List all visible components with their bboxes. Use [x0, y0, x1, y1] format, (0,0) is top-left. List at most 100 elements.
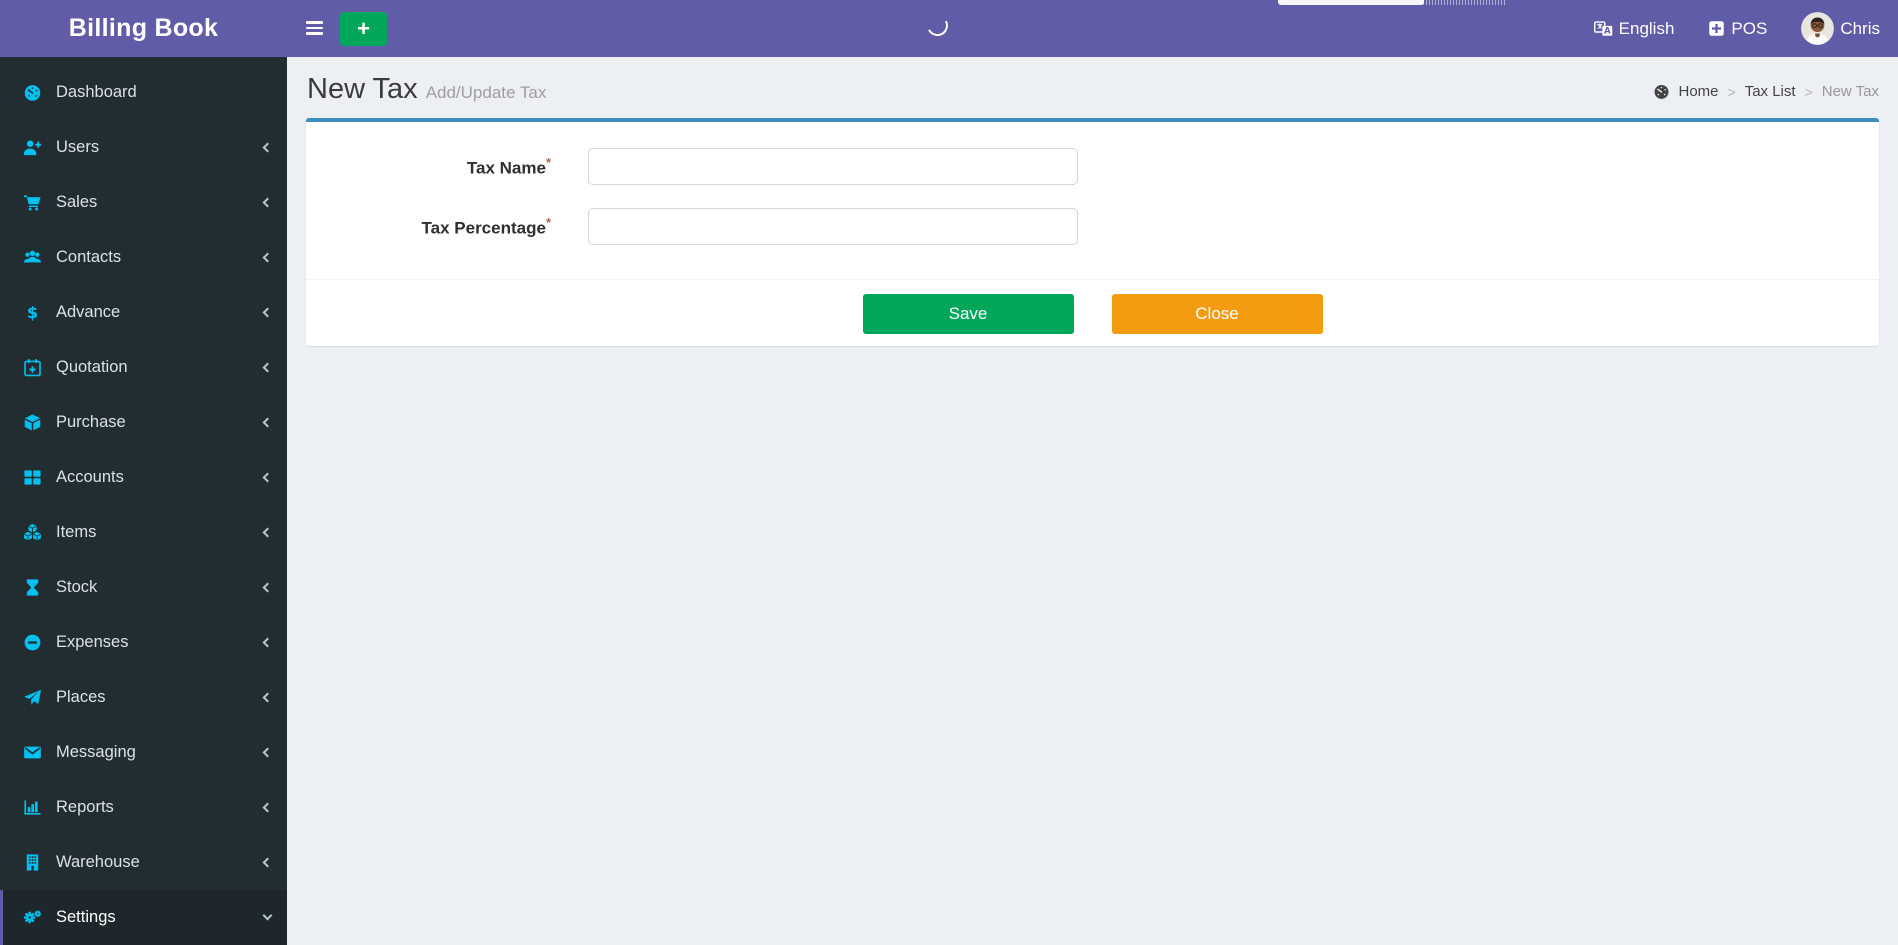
paper-plane-icon	[19, 688, 46, 707]
sidebar-item-label: Messaging	[56, 743, 136, 761]
calendar-plus-icon	[19, 358, 46, 377]
chevron-left-icon	[262, 857, 273, 868]
browser-tooltip-artifact-fade	[1423, 0, 1507, 5]
language-label: English	[1618, 18, 1675, 38]
language-menu[interactable]: A English	[1593, 18, 1675, 39]
sidebar-item-items[interactable]: Items	[0, 505, 287, 560]
page-title: New Tax	[307, 73, 418, 105]
sidebar: Dashboard Users Sales Contacts $ Advance Quota…	[0, 57, 287, 945]
sidebar-item-label: Purchase	[56, 413, 126, 431]
chevron-left-icon	[262, 252, 273, 263]
chevron-down-icon	[262, 910, 273, 921]
tax-form-panel: Tax Name* Tax Percentage* Save Close	[306, 118, 1879, 346]
avatar	[1801, 12, 1835, 45]
sidebar-item-label: Expenses	[56, 633, 129, 651]
sidebar-item-messaging[interactable]: Messaging	[0, 725, 287, 780]
hourglass-icon	[19, 578, 46, 597]
cubes-icon	[19, 523, 46, 542]
breadcrumb-new-tax: New Tax	[1821, 83, 1879, 100]
sidebar-item-label: Users	[56, 138, 100, 156]
app-logo[interactable]: Billing Book	[0, 0, 287, 57]
sidebar-item-label: Items	[56, 523, 97, 541]
sidebar-item-contacts[interactable]: Contacts	[0, 230, 287, 285]
dashboard-icon	[19, 83, 46, 102]
group-icon	[19, 248, 46, 267]
sidebar-item-label: Sales	[56, 193, 98, 211]
loading-spinner-icon	[924, 12, 951, 39]
chevron-left-icon	[262, 637, 273, 648]
required-asterisk: *	[545, 214, 551, 230]
chevron-left-icon	[262, 692, 273, 703]
form-row-tax-percentage: Tax Percentage*	[326, 208, 1859, 245]
breadcrumb: Home > Tax List > New Tax	[1653, 83, 1879, 106]
sidebar-item-label: Reports	[56, 798, 114, 816]
chevron-left-icon	[262, 307, 273, 318]
tax-form-footer: Save Close	[306, 279, 1879, 346]
tax-name-input[interactable]	[588, 148, 1078, 185]
pos-button[interactable]: POS	[1708, 19, 1767, 39]
svg-text:A: A	[1604, 27, 1611, 37]
tax-form-body: Tax Name* Tax Percentage*	[306, 122, 1879, 279]
sidebar-item-accounts[interactable]: Accounts	[0, 450, 287, 505]
chevron-left-icon	[262, 472, 273, 483]
dollar-icon: $	[19, 303, 46, 322]
navbar-right: A English POS Chris	[1593, 0, 1880, 57]
chevron-left-icon	[262, 197, 273, 208]
sidebar-item-label: Places	[56, 688, 106, 706]
grid-icon	[19, 468, 46, 487]
sidebar-item-quotation[interactable]: Quotation	[0, 340, 287, 395]
user-name: Chris	[1840, 18, 1880, 38]
main-content: New Tax Add/Update Tax Home > Tax List > New …	[287, 57, 1898, 937]
sidebar-item-dashboard[interactable]: Dashboard	[0, 65, 287, 120]
breadcrumb-separator: >	[1804, 83, 1813, 100]
sidebar-item-users[interactable]: Users	[0, 120, 287, 175]
chevron-left-icon	[262, 582, 273, 593]
sidebar-item-label: Stock	[56, 578, 98, 596]
sidebar-item-label: Settings	[56, 908, 116, 926]
sidebar-item-stock[interactable]: Stock	[0, 560, 287, 615]
building-icon	[19, 853, 46, 872]
chevron-left-icon	[262, 527, 273, 538]
top-navbar: Billing Book + A English POS Chris	[0, 0, 1898, 57]
user-plus-icon	[19, 138, 46, 157]
page-subtitle: Add/Update Tax	[425, 83, 547, 102]
sidebar-item-reports[interactable]: Reports	[0, 780, 287, 835]
chevron-left-icon	[262, 747, 273, 758]
cart-icon	[19, 193, 46, 212]
sidebar-item-places[interactable]: Places	[0, 670, 287, 725]
form-row-tax-name: Tax Name*	[326, 148, 1859, 185]
envelope-icon	[19, 743, 46, 762]
sidebar-item-label: Contacts	[56, 248, 122, 266]
dashboard-icon	[1653, 83, 1670, 100]
gears-icon	[19, 908, 46, 927]
tax-percentage-input[interactable]	[588, 208, 1078, 245]
browser-tooltip-artifact	[1278, 0, 1424, 5]
save-button[interactable]: Save	[862, 294, 1074, 334]
tax-percentage-label: Tax Percentage*	[421, 214, 551, 238]
required-asterisk: *	[545, 154, 551, 170]
sidebar-item-label: Warehouse	[56, 853, 140, 871]
sidebar-item-label: Quotation	[56, 358, 128, 376]
close-button[interactable]: Close	[1111, 294, 1323, 334]
sidebar-item-advance[interactable]: $ Advance	[0, 285, 287, 340]
chevron-left-icon	[262, 362, 273, 373]
sidebar-menu: Dashboard Users Sales Contacts $ Advance Quota…	[0, 65, 287, 945]
plus-square-icon	[1708, 20, 1725, 37]
chevron-left-icon	[262, 417, 273, 428]
sidebar-item-sales[interactable]: Sales	[0, 175, 287, 230]
quick-add-button[interactable]: +	[340, 12, 387, 46]
breadcrumb-separator: >	[1727, 83, 1736, 100]
sidebar-item-warehouse[interactable]: Warehouse	[0, 835, 287, 890]
sidebar-item-expenses[interactable]: Expenses	[0, 615, 287, 670]
sidebar-item-label: Accounts	[56, 468, 124, 486]
sidebar-toggle-icon[interactable]	[306, 17, 324, 39]
pos-label: POS	[1731, 18, 1768, 38]
breadcrumb-home[interactable]: Home	[1679, 83, 1719, 100]
svg-text:$: $	[27, 303, 38, 322]
chevron-left-icon	[262, 802, 273, 813]
sidebar-item-purchase[interactable]: Purchase	[0, 395, 287, 450]
breadcrumb-tax-list[interactable]: Tax List	[1745, 83, 1796, 100]
user-menu[interactable]: Chris	[1801, 12, 1880, 45]
cube-icon	[19, 413, 46, 432]
minus-circle-icon	[19, 633, 46, 652]
